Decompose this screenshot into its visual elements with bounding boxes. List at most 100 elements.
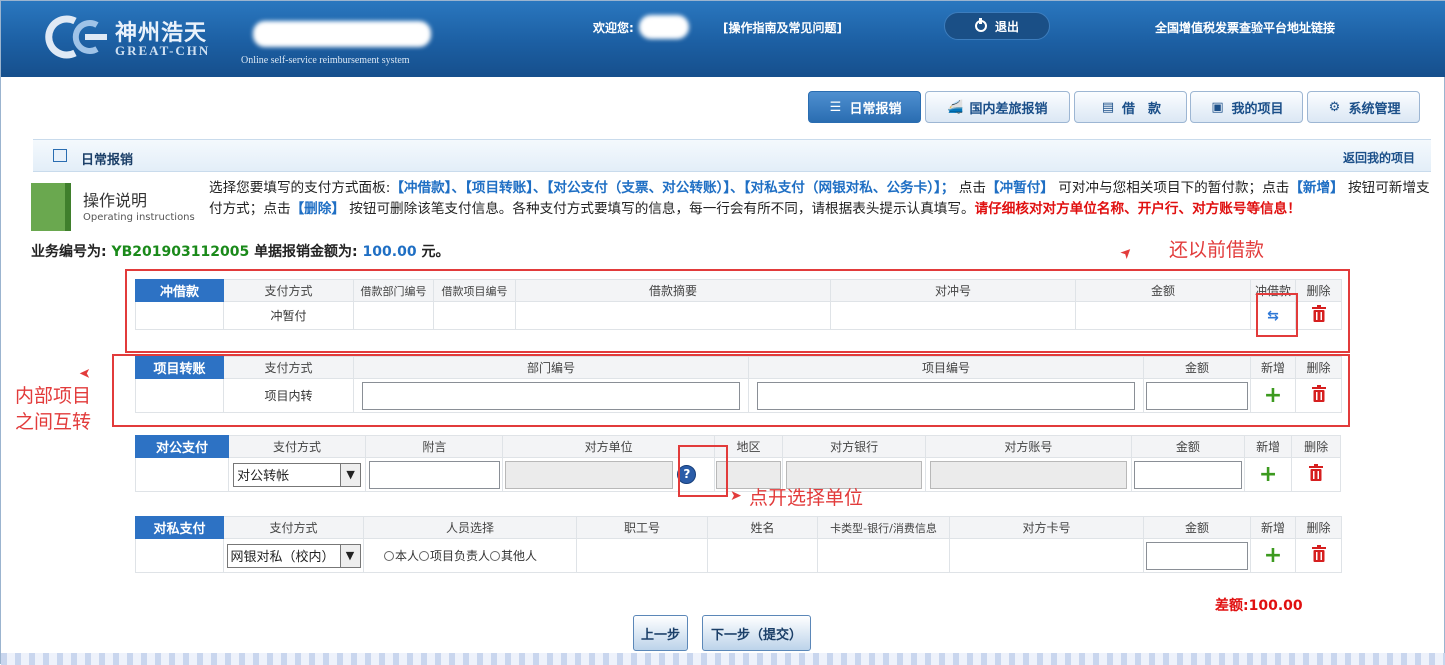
col-header: 对冲号 [830,279,1076,302]
public-amount-input[interactable] [1134,460,1242,489]
logo-tagline: Online self-service reimbursement system [241,55,410,66]
trash-icon[interactable] [1311,385,1327,403]
cell [365,457,504,492]
delete-cell [1295,301,1342,330]
trash-icon[interactable] [1311,545,1327,563]
radio-project-lead[interactable]: 项目负责人 [419,549,490,563]
department-code-input[interactable] [361,381,741,410]
top-header: 神州浩天 GREAT-CHN Online self-service reimb… [1,1,1445,77]
trash-icon[interactable] [1311,305,1327,323]
invoice-verify-link[interactable]: 全国增值税发票查验平台地址链接 [1155,19,1335,36]
nav-loan[interactable]: ▤ 借 款 [1074,91,1187,123]
row-spacer [135,457,229,492]
radio-icon [419,551,430,561]
next-step-submit-button[interactable]: 下一步（提交） [702,615,811,651]
cell [817,538,950,573]
cell [1143,538,1251,573]
train-icon: 🚄 [947,99,964,115]
person-radio-group: 本人 项目负责人 其他人 [384,549,537,563]
col-header: 新增 [1250,516,1296,539]
radio-self[interactable]: 本人 [384,549,419,563]
nav-my-projects[interactable]: ▣ 我的项目 [1190,91,1303,123]
counterparty-account-input[interactable] [929,460,1127,489]
method-cell: 对公转帐 ▼ [227,457,367,492]
instructions-text: 选择您要填写的支付方式面板:【冲借款】、【项目转账】、【对公支付（支票、对公转账… [209,178,1439,220]
col-header: 对方账号 [924,435,1132,458]
add-cell: + [1243,457,1293,492]
public-method-select[interactable]: 对公转帐 ▼ [233,462,362,487]
arrow-icon: ➤ [79,365,91,381]
plus-icon[interactable]: + [1264,543,1282,568]
help-icon[interactable]: ? [677,464,697,484]
offset-cell: ⇆ [1250,301,1296,330]
prev-step-button[interactable]: 上一步 [633,615,688,651]
annotation-repay: 还以前借款 [1169,239,1265,261]
biz-amount-value: 100.00 [362,244,417,260]
offset-loan-table: 冲借款 支付方式 借款部门编号 借款项目编号 借款摘要 对冲号 金额 冲借款 删… [135,279,1342,330]
col-header: 删除 [1295,279,1342,302]
nav-daily-reimbursement[interactable]: ☰ 日常报销 [808,91,921,123]
col-header: 新增 [1250,356,1296,379]
counterparty-unit-input[interactable] [505,460,674,489]
col-header: 借款项目编号 [433,279,516,302]
cell [707,538,818,573]
instr-text: 可对冲与您相关项目下的暂付款；点击 [1058,180,1290,196]
radio-other[interactable]: 其他人 [490,549,537,563]
nav-domestic-travel[interactable]: 🚄 国内差旅报销 [925,91,1070,123]
plus-icon[interactable]: + [1264,383,1282,408]
cell [353,378,749,413]
instr-panels: 【冲借款】、【项目转账】、【对公支付（支票、对公转账）】、【对私支付（网银对私、… [390,180,955,196]
nav-label: 系统管理 [1348,101,1401,117]
col-header: 新增 [1243,435,1293,458]
swap-icon[interactable]: ⇆ [1267,309,1279,323]
cell [1130,457,1245,492]
biz-unit: 元。 [421,244,450,260]
nav-label: 借 款 [1121,101,1161,117]
transfer-amount-input[interactable] [1146,381,1248,410]
postscript-input[interactable] [368,460,500,489]
row-spacer [135,301,224,330]
col-header: 人员选择 [363,516,577,539]
row-spacer [135,538,224,573]
biz-no-label: 业务编号为: [31,244,107,260]
nav-system-management[interactable]: ⚙ 系统管理 [1307,91,1420,123]
cell [1143,378,1251,413]
col-header: 金额 [1143,356,1251,379]
project-code-input[interactable] [756,381,1136,410]
private-amount-input[interactable] [1146,541,1248,570]
col-header: 借款摘要 [515,279,831,302]
method-cell: 网银对私（校内） ▼ [223,538,364,573]
col-header: 对方卡号 [949,516,1144,539]
col-header: 支付方式 [223,356,354,379]
col-header: 支付方式 [223,516,364,539]
plus-icon[interactable]: + [1259,462,1277,487]
instr-text: 选择您要填写的支付方式面板: [209,180,391,196]
private-method-select[interactable]: 网银对私（校内） ▼ [226,543,361,568]
logout-label: 退出 [994,19,1019,34]
wallet-icon: ▤ [1101,99,1115,115]
col-header: 对方单位 [502,435,715,458]
instr-text: 点击 [958,180,986,196]
private-payment-label: 对私支付 [135,516,224,539]
col-header: 卡类型-银行/消费信息 [817,516,950,539]
back-to-projects-link[interactable]: 返回我的项目 [1343,149,1415,166]
project-transfer-label: 项目转账 [135,356,224,379]
col-header: 冲借款 [1250,279,1296,302]
radio-icon [490,551,501,561]
row-method: 项目内转 [223,378,354,413]
settings-icon: ⚙ [1328,99,1341,115]
trash-icon[interactable] [1308,464,1324,482]
business-info: 业务编号为: YB201903112005 单据报销金额为: 100.00 元。 [31,241,449,261]
delete-cell [1291,457,1341,492]
biz-amount-label: 单据报销金额为: [254,244,358,260]
window-icon: ▣ [1211,99,1224,115]
logo-mark-icon [45,15,107,59]
col-header: 删除 [1291,435,1341,458]
instructions-badge: 操作说明 Operating instructions [31,179,203,231]
logout-button[interactable]: 退出 [944,12,1050,40]
guide-link[interactable]: [操作指南及常见问题] [723,19,842,36]
list-icon: ☰ [829,99,842,115]
cell: ? [502,457,715,492]
col-header: 支付方式 [227,435,367,458]
cell [748,378,1144,413]
